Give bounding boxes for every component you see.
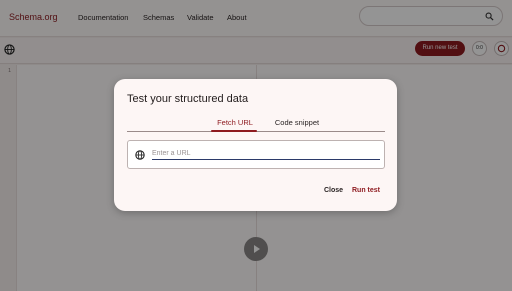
active-tab-indicator (211, 130, 257, 132)
url-field[interactable] (127, 140, 385, 169)
run-test-button[interactable]: Run test (352, 187, 380, 194)
globe-icon (135, 150, 145, 160)
url-input[interactable] (152, 148, 380, 160)
dialog-tabs: Fetch URL Code snippet (127, 117, 385, 132)
close-button[interactable]: Close (324, 187, 343, 194)
dialog-title: Test your structured data (127, 93, 249, 105)
tab-fetch-url[interactable]: Fetch URL (208, 118, 262, 127)
tab-code-snippet[interactable]: Code snippet (268, 118, 326, 127)
test-dialog: Test your structured data Fetch URL Code… (114, 79, 397, 211)
